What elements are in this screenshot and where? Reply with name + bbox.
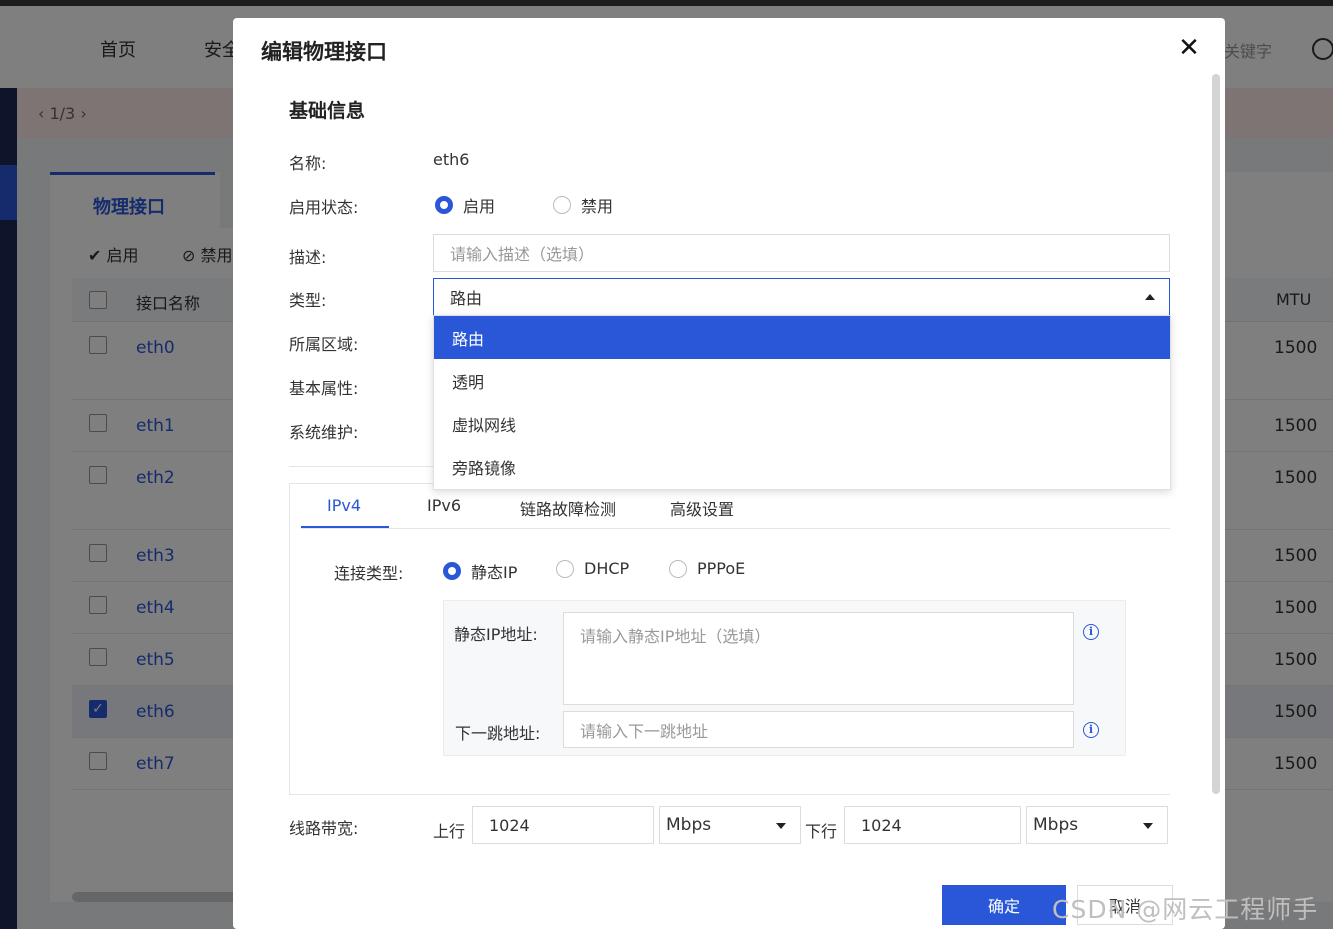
upstream-input[interactable]: 1024 <box>472 806 654 844</box>
tab-active-indicator <box>301 526 389 528</box>
zone-label: 所属区域: <box>289 335 359 354</box>
next-hop-input[interactable]: 请输入下一跳地址 <box>563 711 1074 748</box>
section-basic-info: 基础信息 <box>289 100 366 122</box>
tab-advanced-settings[interactable]: 高级设置 <box>670 496 734 520</box>
caret-down-icon <box>1143 823 1153 829</box>
modal-scrollbar[interactable] <box>1212 74 1220 794</box>
type-option-transparent[interactable]: 透明 <box>434 359 1170 402</box>
name-label: 名称: <box>289 154 327 173</box>
conn-static-radio[interactable]: 静态IP <box>443 559 517 583</box>
csdn-watermark: CSDN @网云工程师手记 <box>1052 895 1319 924</box>
status-disable-radio[interactable]: 禁用 <box>553 193 613 217</box>
bandwidth-label: 线路带宽: <box>289 819 359 838</box>
conn-pppoe-label: PPPoE <box>697 559 746 578</box>
static-ip-placeholder: 请输入静态IP地址（选填） <box>580 627 771 646</box>
tab-bar-line <box>301 528 1170 529</box>
sys-maint-label: 系统维护: <box>289 423 359 442</box>
conn-pppoe-radio[interactable]: PPPoE <box>669 559 745 578</box>
modal-title: 编辑物理接口 <box>261 40 387 64</box>
status-label: 启用状态: <box>289 198 359 217</box>
radio-checked-icon <box>443 562 461 580</box>
downstream-unit-select[interactable]: Mbps <box>1026 806 1168 844</box>
status-enable-radio[interactable]: 启用 <box>435 193 495 217</box>
caret-down-icon <box>776 823 786 829</box>
desc-input[interactable]: 请输入描述（选填） <box>433 234 1170 272</box>
type-option-bypass-mirror[interactable]: 旁路镜像 <box>434 445 1170 488</box>
conn-dhcp-label: DHCP <box>584 559 630 578</box>
desc-label: 描述: <box>289 248 327 267</box>
confirm-button[interactable]: 确定 <box>942 885 1066 925</box>
close-icon[interactable]: ✕ <box>1175 34 1203 62</box>
downstream-label: 下行 <box>805 822 838 841</box>
caret-up-icon <box>1145 294 1155 300</box>
downstream-input[interactable]: 1024 <box>844 806 1021 844</box>
basic-attr-label: 基本属性: <box>289 379 359 398</box>
status-disable-label: 禁用 <box>581 197 614 216</box>
conn-dhcp-radio[interactable]: DHCP <box>556 559 629 578</box>
name-value: eth6 <box>433 150 470 169</box>
conn-static-label: 静态IP <box>471 563 518 582</box>
desc-placeholder: 请输入描述（选填） <box>450 245 595 264</box>
upstream-unit-value: Mbps <box>666 815 712 835</box>
next-hop-label: 下一跳地址: <box>455 724 541 743</box>
radio-unchecked-icon <box>669 559 687 578</box>
upstream-label: 上行 <box>433 822 466 841</box>
tab-ipv4[interactable]: IPv4 <box>327 496 361 515</box>
next-hop-placeholder: 请输入下一跳地址 <box>580 721 709 741</box>
radio-checked-icon <box>435 196 453 214</box>
static-ip-label: 静态IP地址: <box>454 625 538 644</box>
type-dropdown: 路由 透明 虚拟网线 旁路镜像 <box>433 315 1171 490</box>
type-option-route[interactable]: 路由 <box>434 316 1170 359</box>
static-ip-info-icon[interactable]: i <box>1083 624 1099 640</box>
static-ip-textarea[interactable]: 请输入静态IP地址（选填） <box>563 612 1074 705</box>
next-hop-info-icon[interactable]: i <box>1083 722 1099 738</box>
type-selected-value: 路由 <box>450 289 483 308</box>
tab-ipv6[interactable]: IPv6 <box>427 496 461 515</box>
type-label: 类型: <box>289 291 327 310</box>
radio-unchecked-icon <box>556 559 574 578</box>
edit-interface-modal: 编辑物理接口 ✕ 基础信息 名称: eth6 启用状态: 启用 禁用 描述: 请… <box>233 18 1225 929</box>
type-option-virtual-wire[interactable]: 虚拟网线 <box>434 402 1170 445</box>
downstream-unit-value: Mbps <box>1033 815 1079 835</box>
upstream-unit-select[interactable]: Mbps <box>659 806 801 844</box>
conn-type-label: 连接类型: <box>334 564 404 583</box>
tab-link-fault-detection[interactable]: 链路故障检测 <box>520 496 616 520</box>
radio-unchecked-icon <box>553 196 571 214</box>
type-select[interactable]: 路由 <box>433 278 1170 316</box>
status-enable-label: 启用 <box>463 197 496 216</box>
